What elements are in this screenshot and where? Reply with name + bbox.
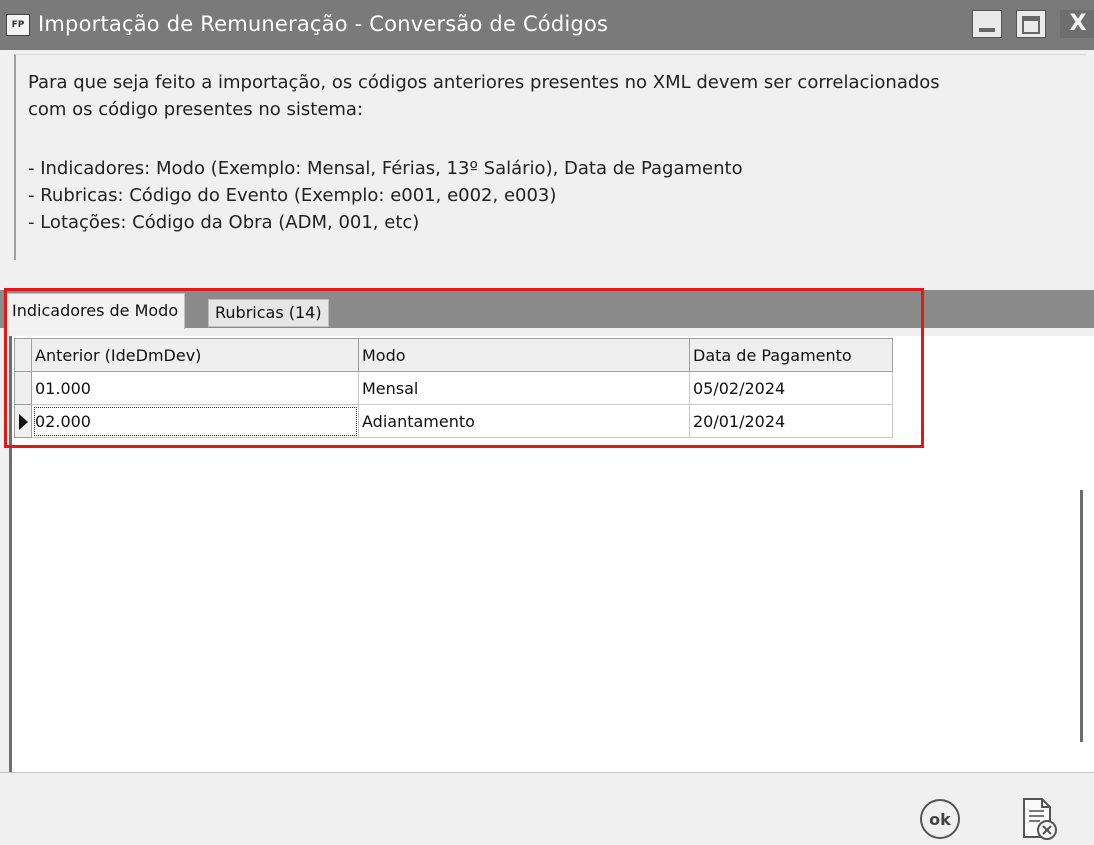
intro-text-line1: Para que seja feito a importação, os cód… [28, 72, 940, 93]
minimize-button[interactable] [972, 10, 1002, 38]
ok-button[interactable]: ok [920, 799, 960, 839]
highlight-box [4, 288, 924, 448]
bullet-lotacoes: - Lotações: Código da Obra (ADM, 001, et… [28, 212, 420, 233]
footer-bar: ok [0, 772, 1094, 844]
document-cancel-icon [1023, 798, 1057, 840]
cancel-button[interactable] [1018, 797, 1060, 841]
app-icon: FP [6, 14, 30, 36]
info-panel: Para que seja feito a importação, os cód… [14, 54, 1086, 260]
ok-circle-icon: ok [929, 809, 951, 829]
window-title: Importação de Remuneração - Conversão de… [38, 12, 609, 36]
vertical-scrollbar[interactable] [1080, 490, 1083, 742]
bullet-indicadores: - Indicadores: Modo (Exemplo: Mensal, Fé… [28, 158, 743, 179]
bullet-rubricas: - Rubricas: Código do Evento (Exemplo: e… [28, 185, 557, 206]
title-bar: FP Importação de Remuneração - Conversão… [0, 0, 1094, 50]
maximize-button[interactable] [1016, 10, 1046, 38]
intro-text-line2: com os código presentes no sistema: [28, 99, 364, 120]
close-button[interactable]: X [1060, 10, 1094, 38]
